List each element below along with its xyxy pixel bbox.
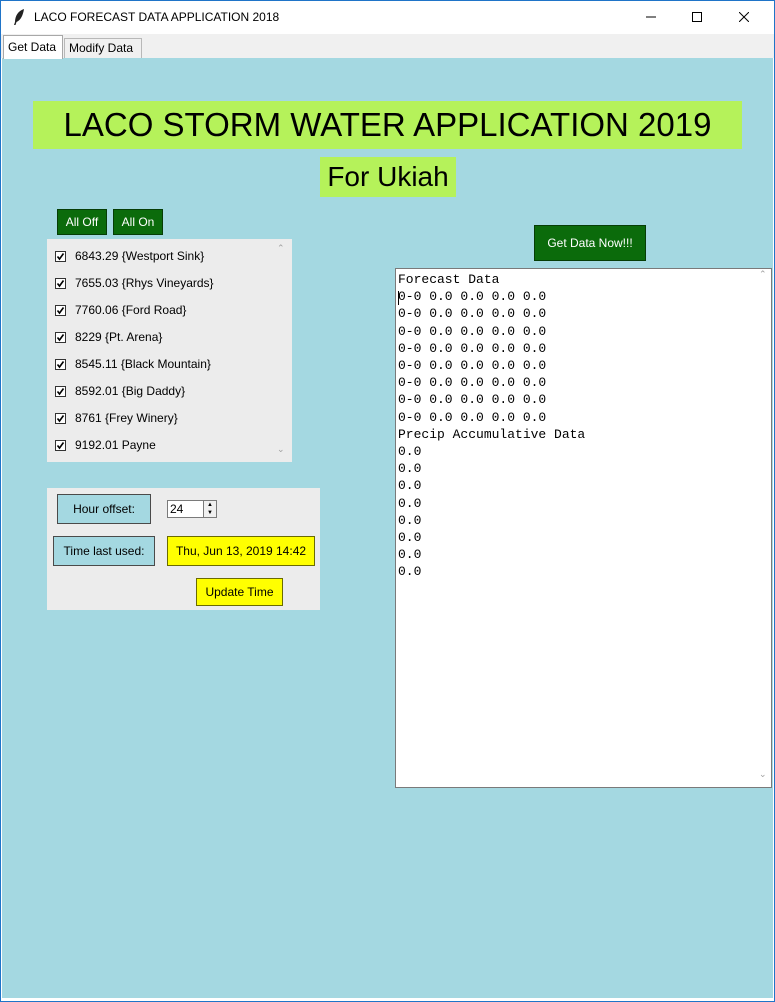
- station-row[interactable]: 8229 {Pt. Arena}: [55, 328, 162, 346]
- tab-modify-data[interactable]: Modify Data: [64, 38, 142, 58]
- station-label: 8592.01 {Big Daddy}: [75, 384, 186, 398]
- time-panel: Hour offset: 24 ▲ ▼ Time last used: Thu,…: [47, 488, 320, 610]
- hour-offset-spinbox[interactable]: 24 ▲ ▼: [167, 500, 217, 518]
- station-row[interactable]: 6843.29 {Westport Sink}: [55, 247, 204, 265]
- minimize-button[interactable]: [628, 1, 674, 34]
- page-subtitle: For Ukiah: [320, 157, 456, 197]
- time-last-used-label: Time last used:: [53, 536, 155, 566]
- checkbox[interactable]: [55, 277, 66, 289]
- output-scrollbar[interactable]: ⌃ ⌄: [755, 269, 771, 787]
- output-line: 0-0 0.0 0.0 0.0 0.0: [398, 323, 547, 339]
- time-last-used-value: Thu, Jun 13, 2019 14:42: [167, 536, 315, 566]
- page-title: LACO STORM WATER APPLICATION 2019: [33, 101, 742, 149]
- hour-offset-value[interactable]: 24: [170, 502, 183, 516]
- text-caret: [398, 291, 399, 305]
- output-line: 0.0: [398, 564, 422, 580]
- output-line: 0.0: [398, 478, 422, 494]
- spin-down-icon[interactable]: ▼: [203, 509, 216, 517]
- output-line: 0-0 0.0 0.0 0.0 0.0: [398, 392, 547, 408]
- checkbox[interactable]: [55, 304, 66, 316]
- output-line: 0.0: [398, 547, 422, 563]
- scroll-down-icon[interactable]: ⌄: [277, 444, 285, 455]
- station-row[interactable]: 8592.01 {Big Daddy}: [55, 382, 185, 400]
- output-line: 0.0: [398, 530, 422, 546]
- output-line: 0.0: [398, 461, 422, 477]
- maximize-icon: [692, 9, 702, 27]
- station-label: 6843.29 {Westport Sink}: [75, 249, 205, 263]
- window-title: LACO FORECAST DATA APPLICATION 2018: [34, 10, 280, 24]
- get-data-now-button[interactable]: Get Data Now!!!: [534, 225, 646, 261]
- station-label: 7655.03 {Rhys Vineyards}: [75, 276, 214, 290]
- station-label: 8761 {Frey Winery}: [75, 411, 178, 425]
- title-bar: LACO FORECAST DATA APPLICATION 2018: [1, 1, 774, 34]
- output-line: 0.0: [398, 495, 422, 511]
- checkbox[interactable]: [55, 412, 66, 424]
- all-on-button[interactable]: All On: [113, 209, 163, 235]
- tab-bar: Get Data Modify Data: [1, 34, 774, 59]
- checkbox[interactable]: [55, 385, 66, 397]
- output-line: 0-0 0.0 0.0 0.0 0.0: [398, 375, 547, 391]
- station-row[interactable]: 7655.03 {Rhys Vineyards}: [55, 274, 214, 292]
- output-line: 0-0 0.0 0.0 0.0 0.0: [398, 306, 547, 322]
- station-row[interactable]: 8545.11 {Black Mountain}: [55, 355, 211, 373]
- station-row[interactable]: 9192.01 Payne: [55, 436, 156, 454]
- output-line: 0-0 0.0 0.0 0.0 0.0: [398, 409, 547, 425]
- output-textarea[interactable]: Forecast Data 0-0 0.0 0.0 0.0 0.0 0-0 0.0 …: [395, 268, 772, 788]
- checkbox[interactable]: [55, 250, 66, 262]
- station-label: 7760.06 {Ford Road}: [75, 303, 187, 317]
- output-line: 0-0 0.0 0.0 0.0 0.0: [398, 358, 547, 374]
- update-time-button[interactable]: Update Time: [196, 578, 283, 606]
- app-window: LACO FORECAST DATA APPLICATION 2018 Get …: [0, 0, 775, 1002]
- station-row[interactable]: 7760.06 {Ford Road}: [55, 301, 186, 319]
- all-off-button[interactable]: All Off: [57, 209, 107, 235]
- output-line: Precip Accumulative Data: [398, 426, 586, 442]
- checkbox[interactable]: [55, 358, 66, 370]
- output-line: 0.0: [398, 512, 422, 528]
- maximize-button[interactable]: [674, 1, 720, 34]
- close-button[interactable]: [721, 1, 767, 34]
- station-row[interactable]: 8761 {Frey Winery}: [55, 409, 178, 427]
- output-lines: Forecast Data 0-0 0.0 0.0 0.0 0.0 0-0 0.0 …: [398, 271, 585, 581]
- station-label: 9192.01 Payne: [75, 438, 156, 452]
- station-checklist: 6843.29 {Westport Sink} 7655.03 {Rhys Vi…: [47, 239, 292, 462]
- close-icon: [738, 9, 750, 27]
- spin-up-icon[interactable]: ▲: [203, 501, 216, 509]
- feather-icon: [12, 8, 26, 26]
- output-line: 0-0 0.0 0.0 0.0 0.0: [398, 340, 547, 356]
- scroll-down-icon[interactable]: ⌄: [759, 769, 767, 780]
- output-line: 0-0 0.0 0.0 0.0 0.0: [398, 289, 547, 305]
- hour-offset-label: Hour offset:: [57, 494, 151, 524]
- tab-get-data[interactable]: Get Data: [3, 35, 63, 59]
- output-line: 0.0: [398, 444, 422, 460]
- scroll-up-icon[interactable]: ⌃: [277, 243, 285, 254]
- checkbox[interactable]: [55, 439, 66, 451]
- station-label: 8545.11 {Black Mountain}: [75, 357, 211, 371]
- station-label: 8229 {Pt. Arena}: [75, 330, 163, 344]
- main-content: LACO STORM WATER APPLICATION 2019 For Uk…: [2, 58, 773, 998]
- output-line: Forecast Data: [398, 272, 500, 287]
- checkbox[interactable]: [55, 331, 66, 343]
- scroll-up-icon[interactable]: ⌃: [759, 269, 767, 280]
- minimize-icon: [646, 9, 656, 27]
